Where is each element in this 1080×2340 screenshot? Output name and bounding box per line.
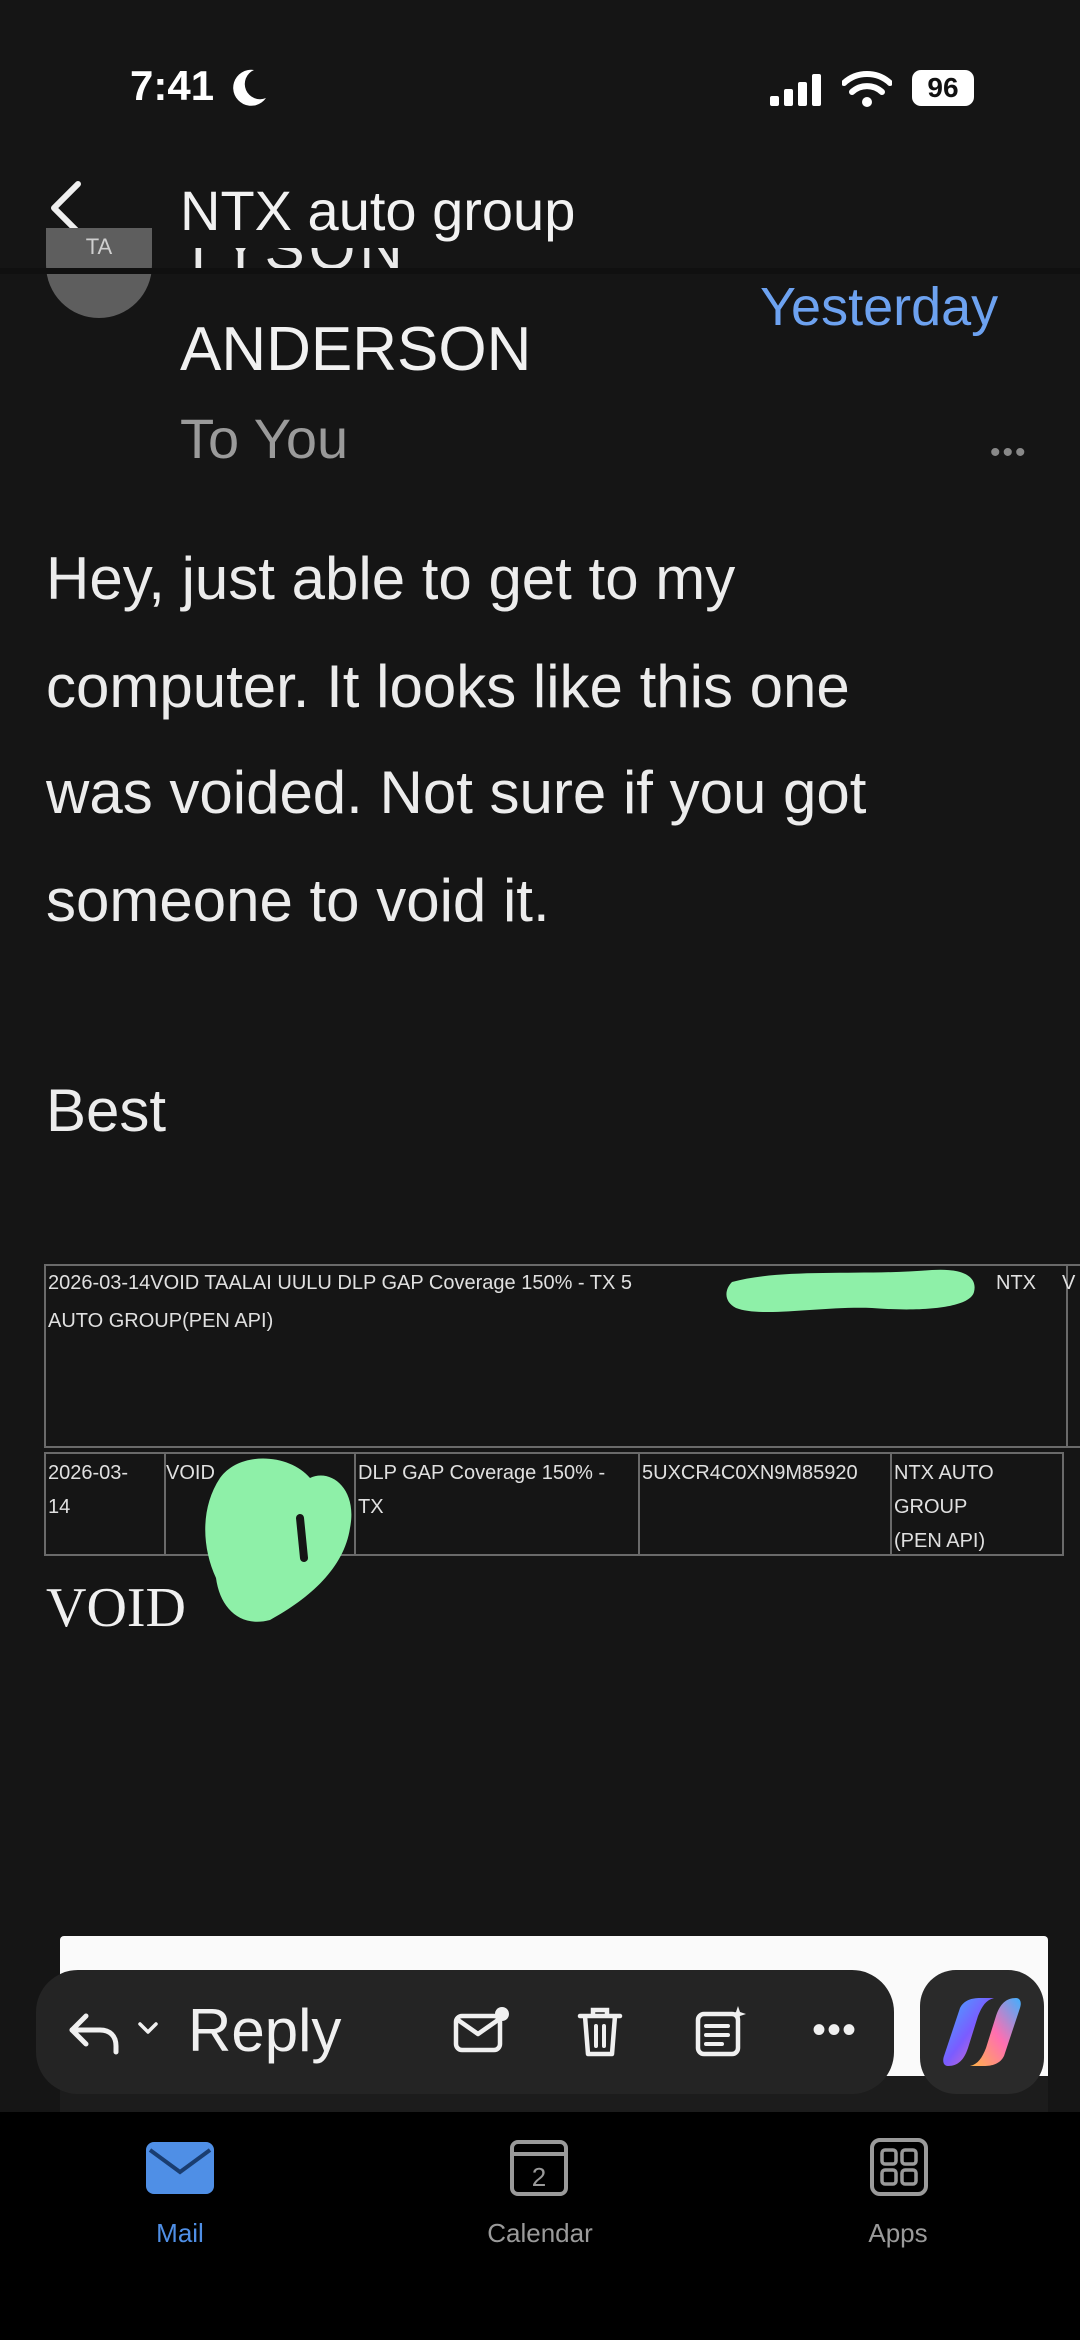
battery-indicator: 96 — [912, 70, 974, 106]
table-cell-dealer: NTX AUTO GROUP (PEN API) — [894, 1462, 994, 1552]
redaction-scribble — [726, 1269, 975, 1313]
table-cell-product: DLP GAP Coverage 150% - TX — [358, 1462, 606, 1518]
tab-apps[interactable]: Apps — [798, 2218, 998, 2249]
thread-title: NTX auto group — [180, 179, 576, 242]
chevron-down-icon[interactable] — [136, 2016, 160, 2040]
copilot-button[interactable] — [920, 1970, 1044, 2094]
apps-grid-icon[interactable] — [868, 2136, 930, 2198]
body-text-line: was voided. Not sure if you got — [46, 759, 867, 826]
redaction-scribble — [205, 1458, 352, 1622]
table-row-text: 2026-03-14VOID TAALAI UULU DLP GAP Cover… — [48, 1272, 633, 1294]
table-cell-date: 2026-03- 14 — [48, 1462, 129, 1518]
table-cell-dealer: NTX — [996, 1272, 1036, 1294]
header-divider — [0, 268, 1080, 274]
table-column-divider — [638, 1452, 640, 1556]
tab-calendar[interactable]: Calendar — [440, 2218, 640, 2249]
signoff: Best — [46, 1077, 167, 1144]
moon-icon — [233, 69, 266, 106]
message-more-options-icon[interactable]: ••• — [990, 436, 1028, 470]
calendar-day-number: 2 — [532, 2162, 546, 2192]
mail-icon[interactable] — [146, 2142, 214, 2194]
message-date: Yesterday — [760, 277, 999, 337]
body-text-line: Hey, just able to get to my — [46, 545, 736, 612]
table-row-text: AUTO GROUP(PEN API) — [48, 1310, 274, 1332]
void-label: VOID — [46, 1577, 186, 1639]
recipient-label[interactable]: To You — [180, 406, 348, 471]
copilot-icon — [943, 1998, 1021, 2066]
avatar-initials: TA — [85, 234, 113, 259]
reply-arrow-icon[interactable] — [66, 2002, 120, 2062]
body-text-line: computer. It looks like this one — [46, 653, 850, 720]
move-to-folder-icon[interactable] — [692, 2004, 748, 2060]
calendar-icon[interactable]: 2 — [508, 2136, 570, 2198]
cellular-signal-icon — [770, 74, 821, 106]
table-cell-clipped: V — [1062, 1272, 1076, 1294]
body-text-line: someone to void it. — [46, 867, 550, 934]
table-cell-vin: 5UXCR4C0XN9M85920 — [642, 1462, 858, 1484]
status-time: 7:41 — [130, 62, 215, 109]
tab-mail[interactable]: Mail — [80, 2218, 280, 2249]
reply-button[interactable]: Reply — [188, 1996, 341, 2065]
table-column-divider — [890, 1452, 892, 1556]
more-actions-icon[interactable]: ••• — [812, 2008, 857, 2053]
trash-icon[interactable] — [576, 2004, 624, 2060]
sender-name[interactable]: ANDERSON — [180, 314, 531, 385]
wifi-icon — [842, 71, 892, 107]
mark-unread-icon[interactable] — [452, 2004, 512, 2058]
